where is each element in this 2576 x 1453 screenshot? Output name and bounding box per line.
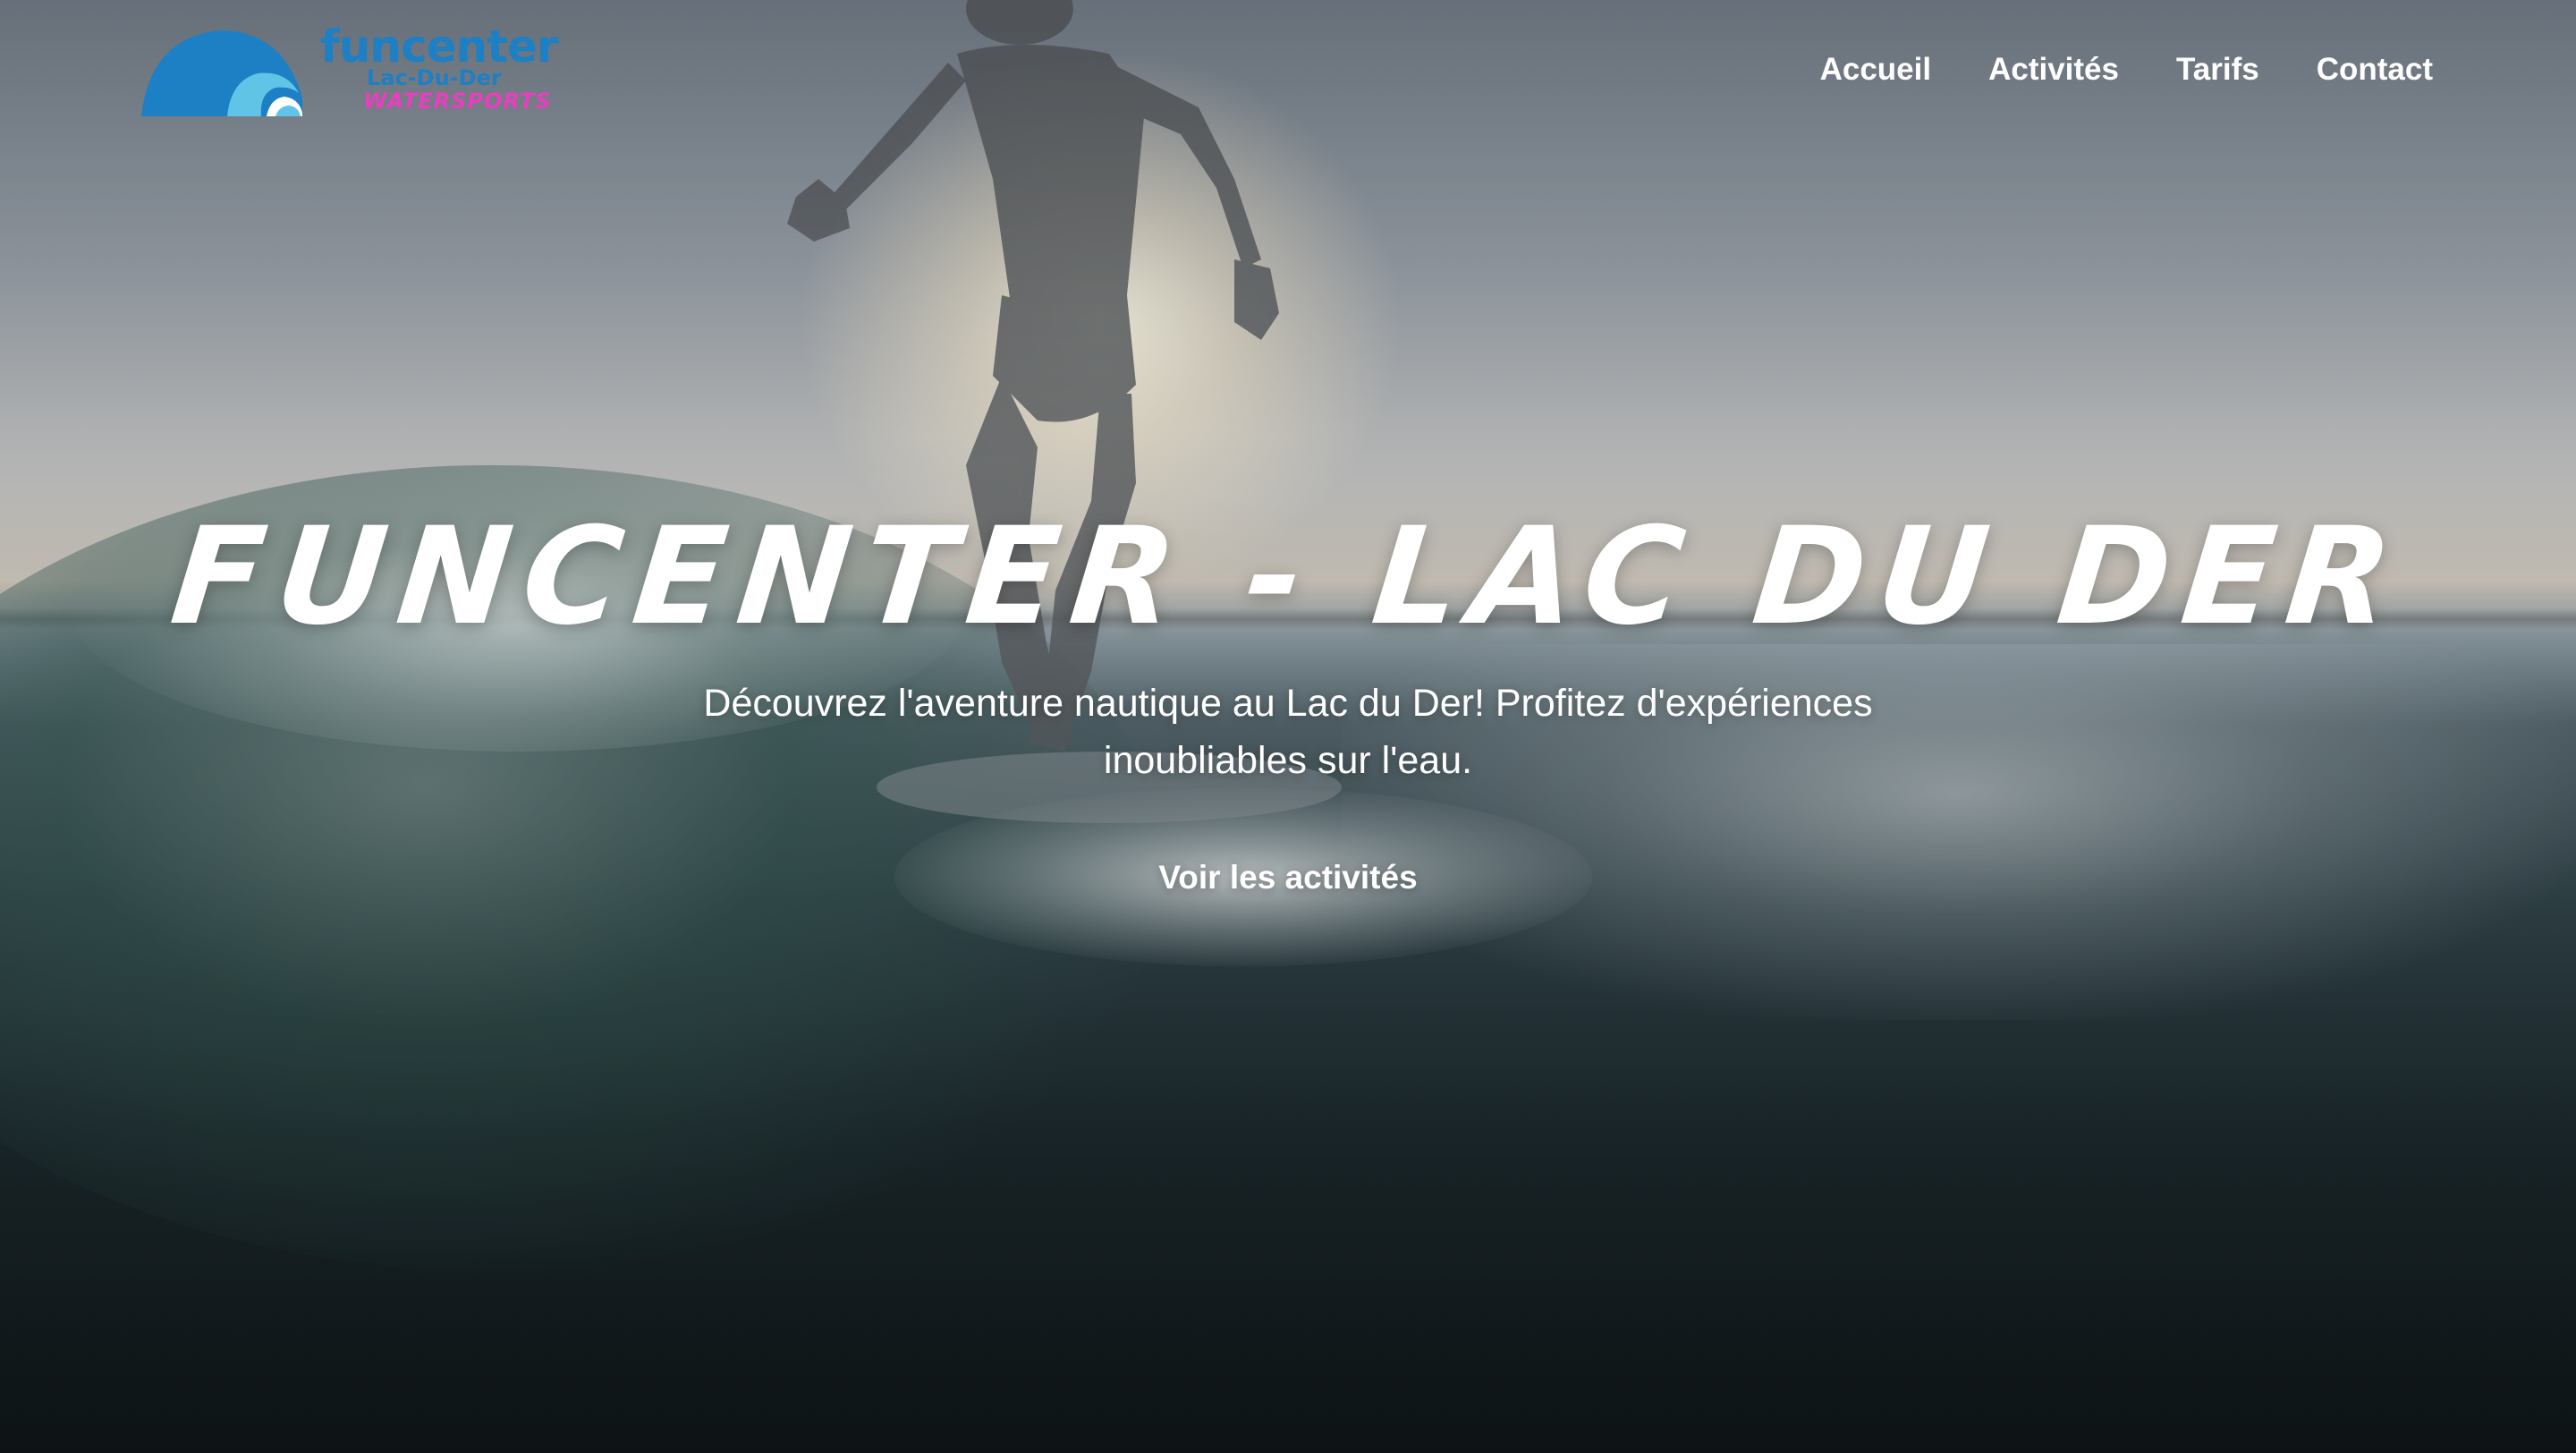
nav-item-contact[interactable]: Contact xyxy=(2317,50,2433,89)
nav-item-tarifs[interactable]: Tarifs xyxy=(2176,50,2259,89)
site-header: funcenter Lac-Du-Der WATERSPORTS Accueil… xyxy=(0,0,2576,143)
main-nav: Accueil Activités Tarifs Contact xyxy=(1820,50,2433,89)
logo-tagline-text: WATERSPORTS xyxy=(363,89,552,114)
hero-description: Découvrez l'aventure nautique au Lac du … xyxy=(703,682,1873,782)
nav-item-activites[interactable]: Activités xyxy=(1988,50,2119,89)
hero-content: FUNCENTER - LAC DU DER Découvrez l'avent… xyxy=(0,499,2576,898)
hero-section: funcenter Lac-Du-Der WATERSPORTS Accueil… xyxy=(0,0,2576,1453)
hero-title: FUNCENTER - LAC DU DER xyxy=(165,499,2411,655)
nav-item-accueil[interactable]: Accueil xyxy=(1820,50,1932,89)
wave-logo-icon xyxy=(141,30,302,116)
view-activities-button[interactable]: Voir les activités xyxy=(1158,857,1417,898)
site-logo[interactable]: funcenter Lac-Du-Der WATERSPORTS xyxy=(141,21,559,122)
